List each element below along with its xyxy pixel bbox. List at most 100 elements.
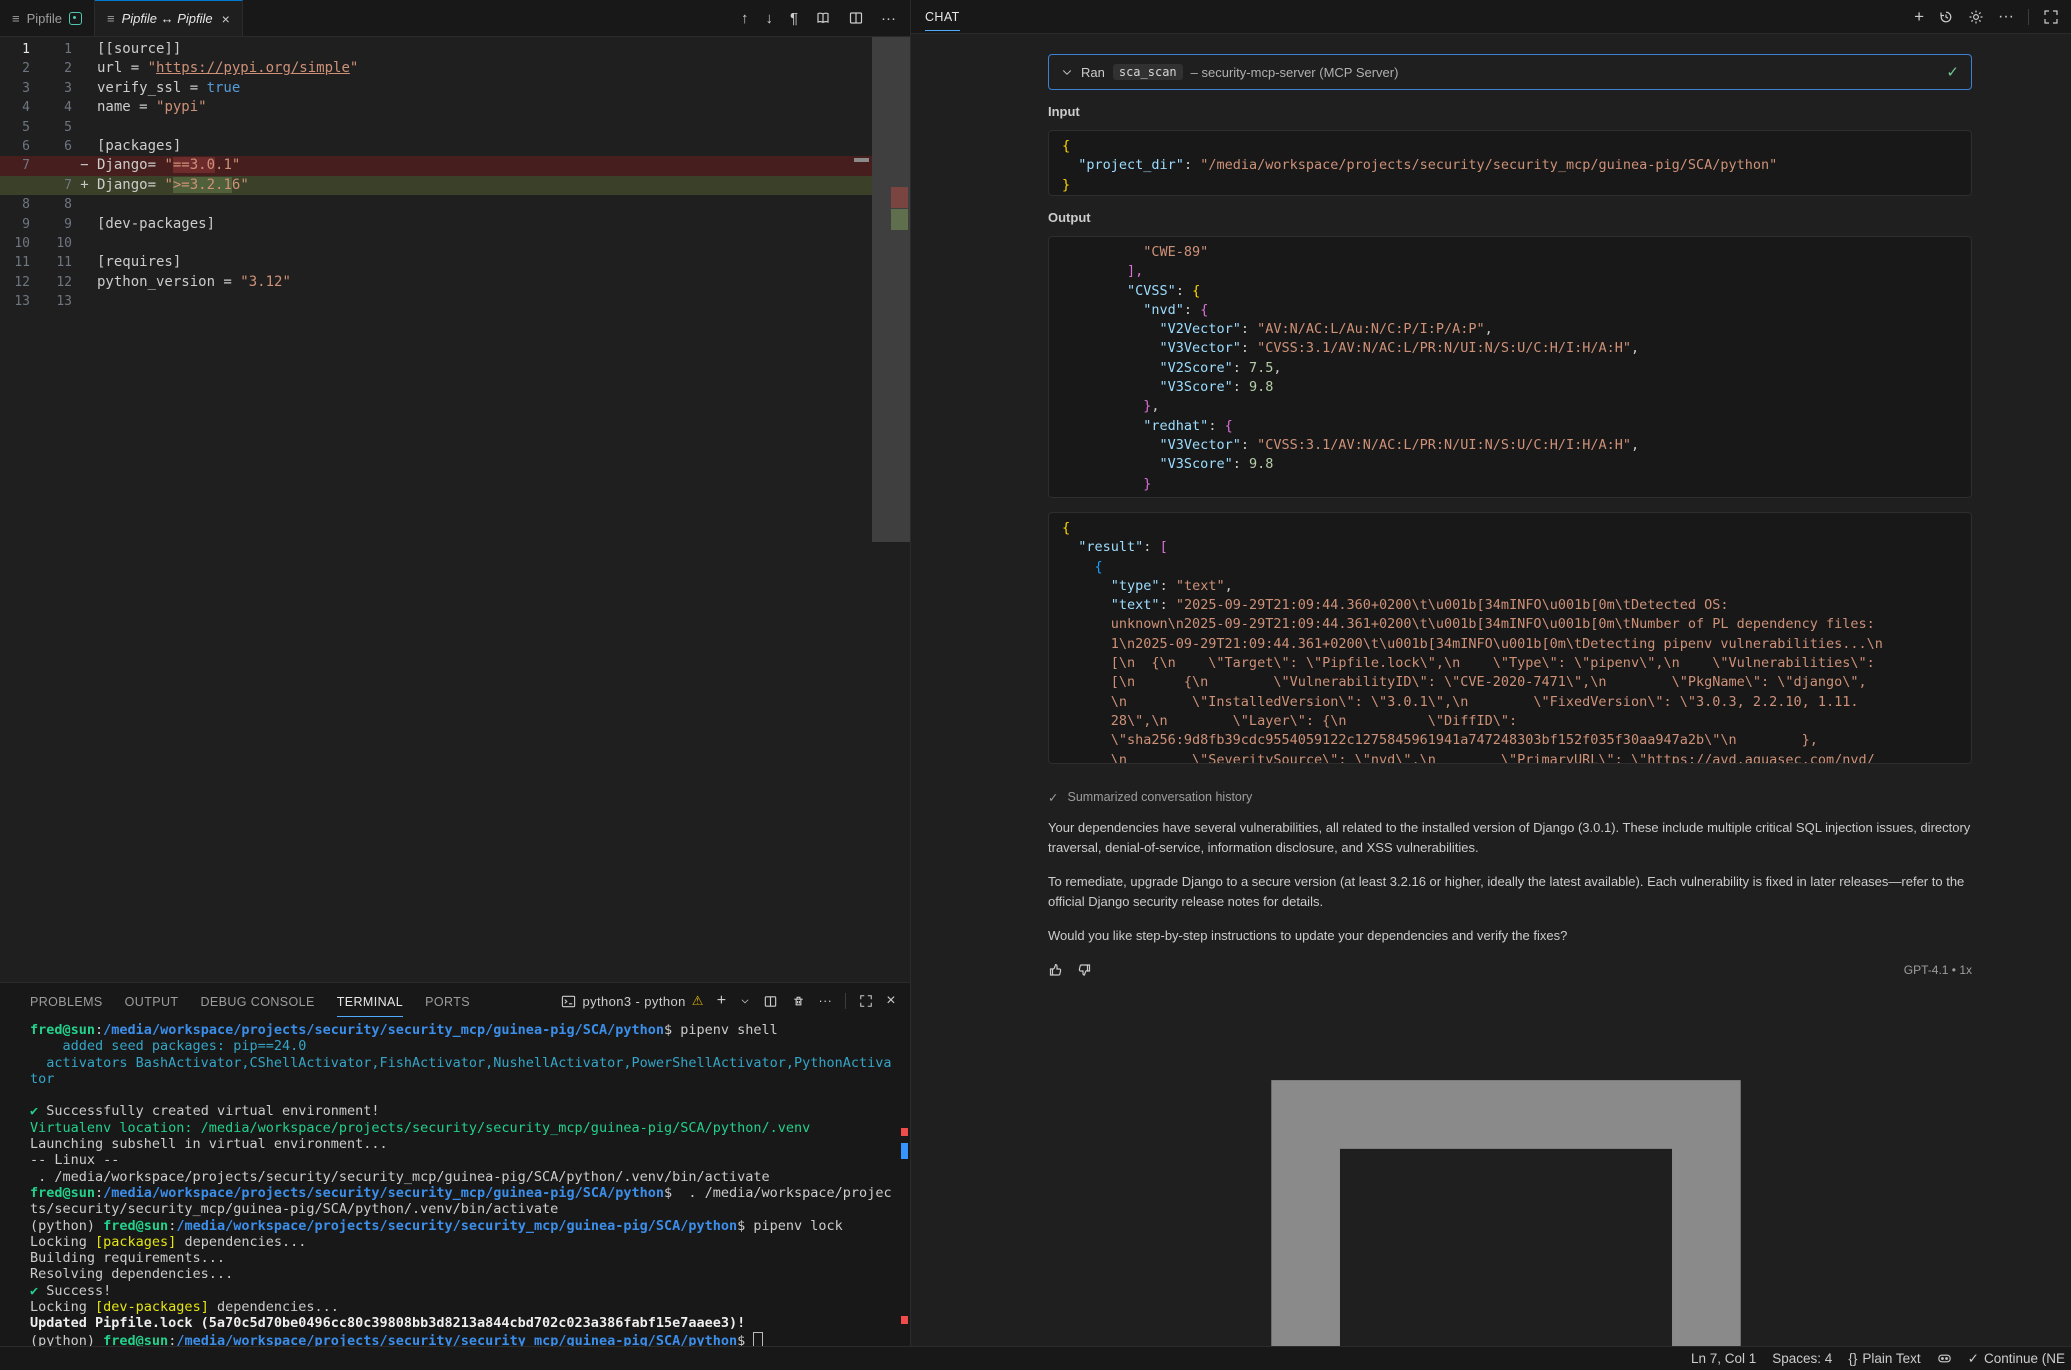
terminal-overview-mark [901, 1128, 908, 1136]
previous-change-icon[interactable]: ↑ [741, 10, 749, 27]
overview-mark [854, 158, 869, 162]
maximize-chat-icon[interactable] [2043, 9, 2059, 25]
tab-pipfile[interactable]: ≡ Pipfile [0, 0, 95, 36]
panel-actions: python3 - python ⚠ + ··· × [561, 992, 896, 1010]
open-file-icon[interactable] [815, 10, 831, 26]
panel-tab-terminal[interactable]: TERMINAL [337, 986, 403, 1017]
code-line: ], [1062, 262, 1958, 281]
code-line: { [1062, 137, 1958, 156]
editor-line: 55 [0, 118, 910, 137]
gear-icon[interactable] [1968, 9, 1984, 25]
terminal-icon [561, 994, 576, 1009]
chevron-down-icon[interactable] [740, 996, 750, 1006]
chat-header: CHAT + ··· [911, 0, 2071, 34]
code-line: "V3Vector": "CVSS:3.1/AV:N/AC:L/PR:N/UI:… [1062, 339, 1958, 358]
editor-line: 7−Django= "==3.0.1" [0, 156, 910, 175]
tool-output-json[interactable]: "CWE-89" ], "CVSS": { "nvd": { "V2Vector… [1048, 236, 1972, 498]
maximize-panel-icon[interactable] [859, 994, 873, 1008]
check-icon: ✓ [1968, 1351, 1979, 1367]
bookmark-icon[interactable] [1048, 1000, 1964, 1346]
code-line: "CWE-89" [1062, 243, 1958, 262]
separator [2028, 9, 2029, 25]
terminal-line: Virtualenv location: /media/workspace/pr… [30, 1120, 910, 1136]
modified-indicator-icon [69, 12, 82, 25]
terminal-instance[interactable]: python3 - python ⚠ [561, 993, 703, 1009]
assistant-paragraph: To remediate, upgrade Django to a secure… [1048, 872, 1972, 912]
summarized-row: ✓ Summarized conversation history [1048, 788, 1972, 806]
code-line: "CVSS": { [1062, 282, 1958, 301]
terminal-cursor [753, 1332, 763, 1346]
terminal-line: tor [30, 1071, 910, 1087]
code-line: "nvd": { [1062, 301, 1958, 320]
next-change-icon[interactable]: ↓ [765, 10, 773, 27]
code-line: }, [1062, 494, 1958, 498]
tool-input-json[interactable]: { "project_dir": "/media/workspace/proje… [1048, 130, 1972, 196]
editor-line: 44name = "pypi" [0, 98, 910, 117]
terminal-line: fred@sun:/media/workspace/projects/secur… [30, 1022, 910, 1038]
history-icon[interactable] [1938, 9, 1954, 25]
editor-scrollbar[interactable] [872, 37, 910, 983]
close-panel-icon[interactable]: × [886, 992, 896, 1010]
terminal-overview-mark [901, 1143, 908, 1159]
chat-actions: + ··· [1914, 7, 2059, 27]
chat-panel: CHAT + ··· Ran sca_scan – security-mcp-s… [911, 0, 2071, 1346]
panel-tab-problems[interactable]: PROBLEMS [30, 986, 103, 1016]
model-usage-badge: GPT-4.1 • 1x [1904, 963, 1972, 977]
terminal-line: fred@sun:/media/workspace/projects/secur… [30, 1185, 910, 1201]
split-editor-icon[interactable] [848, 10, 864, 26]
code-line: 28\",\n \"Layer\": {\n \"DiffID\": [1062, 712, 1958, 731]
warning-icon: ⚠ [692, 993, 704, 1009]
success-check-icon: ✓ [1946, 63, 1959, 81]
editor-line: 7+Django= ">=3.2.16" [0, 176, 910, 195]
tool-result-json[interactable]: { "result": [ { "type": "text", "text": … [1048, 512, 1972, 764]
assistant-paragraph: Your dependencies have several vulnerabi… [1048, 818, 1972, 858]
scrollbar-slider[interactable] [872, 37, 910, 542]
status-bar: Ln 7, Col 1 Spaces: 4 {} Plain Text ✓ Co… [0, 1346, 2071, 1370]
terminal[interactable]: fred@sun:/media/workspace/projects/secur… [0, 1020, 910, 1346]
feedback-row: GPT-4.1 • 1x [1048, 960, 1972, 980]
cursor-position[interactable]: Ln 7, Col 1 [1691, 1351, 1756, 1366]
editor-line: 1010 [0, 234, 910, 253]
code-line: } [1062, 176, 1958, 195]
continue-extension[interactable]: ✓ Continue (NE [1968, 1351, 2065, 1367]
terminal-line: added seed packages: pip==24.0 [30, 1038, 910, 1054]
braces-icon: {} [1848, 1351, 1857, 1366]
checkpoint-divider [1048, 1000, 1972, 1346]
terminal-line: activators BashActivator,CShellActivator… [30, 1055, 910, 1071]
code-line: "type": "text", [1062, 577, 1958, 596]
diff-editor[interactable]: 11[[source]]22url = "https://pypi.org/si… [0, 37, 910, 983]
terminal-line: (python) fred@sun:/media/workspace/proje… [30, 1218, 910, 1234]
more-actions-icon[interactable]: ··· [1998, 8, 2014, 26]
terminal-line: Launching subshell in virtual environmen… [30, 1136, 910, 1152]
code-line: \"sha256:9d8fb39cdc9554059122c1275845961… [1062, 731, 1958, 750]
indentation[interactable]: Spaces: 4 [1772, 1351, 1832, 1366]
tab-label: Pipfile ↔ Pipfile [122, 11, 213, 26]
close-icon[interactable]: × [222, 11, 230, 27]
copilot-status[interactable] [1937, 1351, 1952, 1366]
kill-terminal-icon[interactable] [791, 994, 806, 1009]
language-mode[interactable]: {} Plain Text [1848, 1351, 1920, 1366]
more-actions-icon[interactable]: ··· [881, 10, 896, 27]
more-actions-icon[interactable]: ··· [819, 994, 833, 1008]
code-line: "V3Score": 9.8 [1062, 378, 1958, 397]
code-line: { [1062, 558, 1958, 577]
thumbs-up-icon[interactable] [1048, 962, 1064, 978]
tab-pipfile-diff[interactable]: ≡ Pipfile ↔ Pipfile × [95, 0, 243, 36]
code-line: "redhat": { [1062, 417, 1958, 436]
terminal-line: Resolving dependencies... [30, 1266, 910, 1282]
new-terminal-icon[interactable]: + [717, 992, 727, 1010]
mcp-tool-call[interactable]: Ran sca_scan – security-mcp-server (MCP … [1048, 54, 1972, 90]
editor-tab-bar: ≡ Pipfile ≡ Pipfile ↔ Pipfile × ↑ ↓ ¶ ··… [0, 0, 910, 37]
terminal-line: Locking [packages] dependencies... [30, 1234, 910, 1250]
whitespace-icon[interactable]: ¶ [790, 10, 798, 27]
tab-chat[interactable]: CHAT [925, 2, 960, 31]
terminal-line: . /media/workspace/projects/security/sec… [30, 1169, 910, 1185]
thumbs-down-icon[interactable] [1076, 962, 1092, 978]
panel-tab-ports[interactable]: PORTS [425, 986, 470, 1016]
overview-deleted-mark [891, 187, 908, 208]
panel-tab-debug-console[interactable]: DEBUG CONSOLE [200, 986, 314, 1016]
panel-tab-output[interactable]: OUTPUT [125, 986, 179, 1016]
editor-line: 1111[requires] [0, 253, 910, 272]
split-terminal-icon[interactable] [763, 994, 778, 1009]
new-chat-icon[interactable]: + [1914, 7, 1924, 27]
